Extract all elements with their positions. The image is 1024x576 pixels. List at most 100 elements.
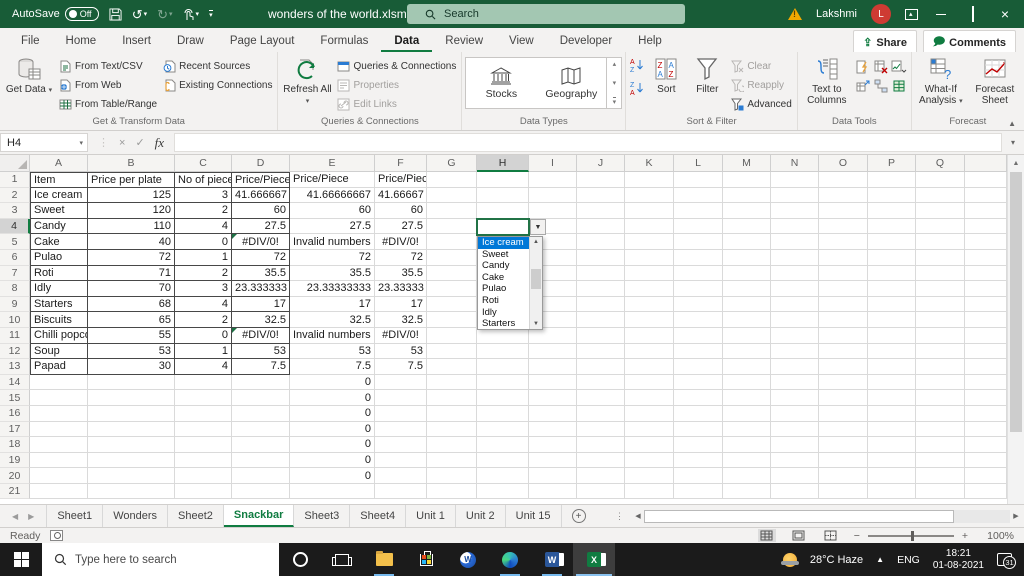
cell-partial-1[interactable] xyxy=(965,172,1007,188)
cell-H16[interactable] xyxy=(477,405,529,422)
cell-L18[interactable] xyxy=(674,437,723,453)
cell-Q15[interactable] xyxy=(916,390,965,406)
cell-E11[interactable]: Invalid numbers xyxy=(290,327,375,344)
cell-K16[interactable] xyxy=(625,405,674,422)
cell-I16[interactable] xyxy=(529,405,577,422)
cell-E7[interactable]: 35.5 xyxy=(290,265,375,282)
cell-L5[interactable] xyxy=(674,234,723,250)
remove-duplicates-icon[interactable] xyxy=(873,58,890,76)
cell-K15[interactable] xyxy=(625,390,674,406)
cell-A15[interactable] xyxy=(30,390,88,406)
dropdown-scrollbar[interactable]: ▲ ▼ xyxy=(529,237,542,329)
dropdown-arrow-button[interactable]: ▼ xyxy=(530,219,546,235)
filter-button[interactable]: Filter xyxy=(687,54,727,95)
cell-O16[interactable] xyxy=(819,405,868,422)
scroll-up-icon[interactable]: ▲ xyxy=(530,239,542,245)
cell-O3[interactable] xyxy=(819,203,868,219)
cell-C14[interactable] xyxy=(175,374,232,391)
cell-N11[interactable] xyxy=(771,327,819,344)
sheet-tab-sheet4[interactable]: Sheet4 xyxy=(350,505,407,527)
row-header-21[interactable]: 21 xyxy=(0,483,30,500)
cell-J19[interactable] xyxy=(577,452,625,469)
cell-P4[interactable] xyxy=(868,218,916,235)
sheet-tab-sheet1[interactable]: Sheet1 xyxy=(46,505,104,527)
cell-partial-10[interactable] xyxy=(965,312,1007,328)
cell-Q6[interactable] xyxy=(916,249,965,266)
gallery-scroll[interactable]: ▴ ▾ ▾ xyxy=(606,58,621,108)
cell-M5[interactable] xyxy=(723,234,771,250)
tab-draw[interactable]: Draw xyxy=(164,31,217,52)
from-text-csv-button[interactable]: From Text/CSV xyxy=(57,57,159,75)
cell-N17[interactable] xyxy=(771,421,819,438)
cell-N1[interactable] xyxy=(771,172,819,188)
cell-A18[interactable] xyxy=(30,437,88,453)
row-header-20[interactable]: 20 xyxy=(0,468,30,484)
cell-J10[interactable] xyxy=(577,312,625,328)
cell-C20[interactable] xyxy=(175,468,232,484)
cell-G3[interactable] xyxy=(427,203,477,219)
cell-partial-15[interactable] xyxy=(965,390,1007,406)
cell-J1[interactable] xyxy=(577,172,625,188)
cell-G11[interactable] xyxy=(427,327,477,344)
warning-icon[interactable] xyxy=(788,8,803,20)
cell-Q13[interactable] xyxy=(916,359,965,375)
row-header-5[interactable]: 5 xyxy=(0,234,30,250)
cell-F17[interactable] xyxy=(375,421,427,438)
cell-C19[interactable] xyxy=(175,452,232,469)
cell-N14[interactable] xyxy=(771,374,819,391)
next-sheet-icon[interactable]: ▶ xyxy=(28,512,34,521)
minimize-button[interactable] xyxy=(932,7,950,21)
cell-P21[interactable] xyxy=(868,483,916,500)
cell-A3[interactable]: Sweet xyxy=(30,203,88,219)
collapse-ribbon-icon[interactable]: ▲ xyxy=(1008,119,1016,128)
cell-K14[interactable] xyxy=(625,374,674,391)
row-header-7[interactable]: 7 xyxy=(0,265,30,282)
prev-sheet-icon[interactable]: ◀ xyxy=(12,512,18,521)
row-header-6[interactable]: 6 xyxy=(0,249,30,266)
cell-P8[interactable] xyxy=(868,281,916,297)
cell-D21[interactable] xyxy=(232,483,290,500)
cell-B14[interactable] xyxy=(88,374,175,391)
column-header-partial[interactable] xyxy=(965,155,1007,172)
cell-Q8[interactable] xyxy=(916,281,965,297)
cell-N20[interactable] xyxy=(771,468,819,484)
zoom-out-button[interactable]: − xyxy=(854,530,860,542)
notification-center-icon[interactable]: 31 xyxy=(997,553,1016,569)
scroll-up-icon[interactable]: ▲ xyxy=(1008,155,1024,171)
row-header-17[interactable]: 17 xyxy=(0,421,30,438)
cell-F2[interactable]: 41.66667 xyxy=(375,187,427,204)
cell-H19[interactable] xyxy=(477,452,529,469)
cell-B3[interactable]: 120 xyxy=(88,203,175,219)
taskbar-search[interactable]: Type here to search xyxy=(42,543,279,576)
cell-E4[interactable]: 27.5 xyxy=(290,218,375,235)
cell-partial-9[interactable] xyxy=(965,296,1007,313)
cell-L4[interactable] xyxy=(674,218,723,235)
cell-J21[interactable] xyxy=(577,483,625,500)
page-layout-view-button[interactable] xyxy=(790,529,808,542)
sheet-tab-unit-2[interactable]: Unit 2 xyxy=(456,505,506,527)
cell-F15[interactable] xyxy=(375,390,427,406)
cell-Q9[interactable] xyxy=(916,296,965,313)
cell-partial-21[interactable] xyxy=(965,483,1007,500)
search-box[interactable]: Search xyxy=(407,4,685,24)
cell-D4[interactable]: 27.5 xyxy=(232,218,290,235)
refresh-all-button[interactable]: Refresh All ▾ xyxy=(281,54,333,107)
cell-Q20[interactable] xyxy=(916,468,965,484)
edge-button[interactable] xyxy=(489,543,531,576)
cell-L15[interactable] xyxy=(674,390,723,406)
autosave-switch[interactable]: Off xyxy=(64,7,99,21)
cell-N18[interactable] xyxy=(771,437,819,453)
cell-F16[interactable] xyxy=(375,405,427,422)
cell-A9[interactable]: Starters xyxy=(30,296,88,313)
cell-E15[interactable]: 0 xyxy=(290,390,375,406)
sort-az-button[interactable]: AZ xyxy=(629,57,645,76)
cell-K13[interactable] xyxy=(625,359,674,375)
text-to-columns-button[interactable]: Text to Columns xyxy=(801,54,853,106)
cell-G21[interactable] xyxy=(427,483,477,500)
cell-F4[interactable]: 27.5 xyxy=(375,218,427,235)
cell-L9[interactable] xyxy=(674,296,723,313)
cell-partial-6[interactable] xyxy=(965,249,1007,266)
zoom-slider-thumb[interactable] xyxy=(910,530,914,541)
cell-N2[interactable] xyxy=(771,187,819,204)
zoom-in-button[interactable]: + xyxy=(962,530,968,542)
